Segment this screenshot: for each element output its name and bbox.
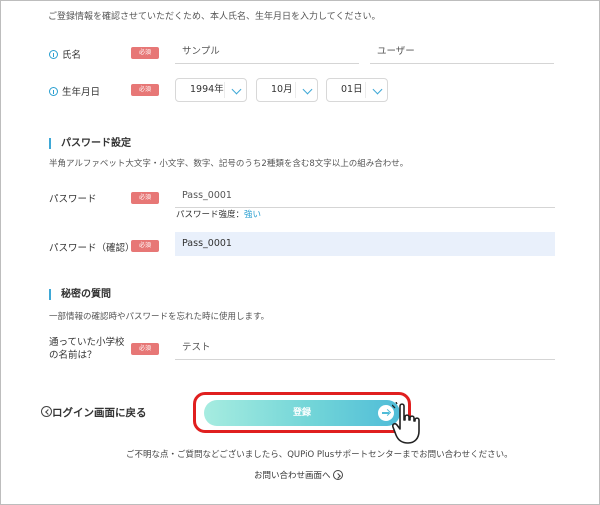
password-section-title: パスワード設定: [49, 138, 131, 149]
secret-answer-input[interactable]: テスト: [175, 338, 555, 360]
password-confirm-input[interactable]: Pass_0001: [175, 232, 555, 256]
secret-question-line2: の名前は？: [49, 350, 97, 361]
password-input[interactable]: Pass_0001: [175, 186, 555, 208]
birth-year-select[interactable]: 1994年: [175, 78, 247, 102]
birth-year-value: 1994年: [190, 84, 224, 95]
select-divider: [295, 82, 296, 98]
contact-link[interactable]: お問い合わせ画面へ: [254, 469, 343, 481]
select-divider: [365, 82, 366, 98]
secret-question-label: 通っていた小学校 の名前は？: [49, 336, 125, 362]
contact-link-label: お問い合わせ画面へ: [254, 471, 331, 481]
info-icon: [49, 87, 58, 96]
chevron-down-icon: [302, 84, 313, 95]
first-name-input[interactable]: ユーザー: [370, 42, 554, 64]
required-badge: 必須: [131, 47, 159, 59]
name-label: 氏名: [62, 50, 82, 61]
submit-label: 登録: [292, 408, 311, 418]
password-label: パスワード: [49, 194, 97, 205]
required-badge: 必須: [131, 343, 159, 355]
chevron-down-icon: [231, 84, 242, 95]
select-divider: [224, 82, 225, 98]
birth-day-select[interactable]: 01日: [326, 78, 388, 102]
password-strength-label: パスワード強度：: [176, 210, 245, 220]
required-badge: 必須: [131, 192, 159, 204]
arrow-right-circle-icon: [332, 470, 343, 480]
intro-text: ご登録情報を確認させていただくため、本人氏名、生年月日を入力してください。: [48, 12, 381, 22]
support-note: ご不明な点・ご質問などございましたら、QUPiO Plusサポートセンターまでお…: [126, 450, 513, 460]
birthdate-label: 生年月日: [62, 87, 101, 98]
password-description: 半角アルファベット大文字・小文字、数字、記号のうち2種類を含む8文字以上の組み合…: [49, 159, 409, 169]
password-strength: パスワード強度：強い: [176, 208, 261, 220]
birth-month-select[interactable]: 10月: [256, 78, 318, 102]
chevron-down-icon: [372, 84, 383, 95]
secret-section-title: 秘密の質問: [49, 289, 111, 300]
secret-question-line1: 通っていた小学校: [49, 337, 125, 348]
back-arrow-icon: [41, 406, 52, 417]
required-badge: 必須: [131, 240, 159, 252]
last-name-input[interactable]: サンプル: [175, 42, 359, 64]
password-confirm-label: パスワード（確認）: [49, 243, 135, 254]
birthdate-label-group: 生年月日: [49, 84, 100, 98]
back-to-login-link[interactable]: ログイン画面に戻る: [41, 405, 147, 420]
required-badge: 必須: [131, 84, 159, 96]
name-label-group: 氏名: [49, 47, 81, 61]
back-to-login-label: ログイン画面に戻る: [52, 407, 147, 419]
submit-button[interactable]: 登録: [204, 400, 400, 426]
hand-pointer-icon: [392, 402, 420, 444]
password-strength-value: 強い: [244, 210, 262, 220]
secret-description: 一部情報の確認時やパスワードを忘れた時に使用します。: [49, 312, 270, 322]
info-icon: [49, 50, 58, 59]
birth-month-value: 10月: [271, 84, 293, 95]
birth-day-value: 01日: [341, 84, 363, 95]
